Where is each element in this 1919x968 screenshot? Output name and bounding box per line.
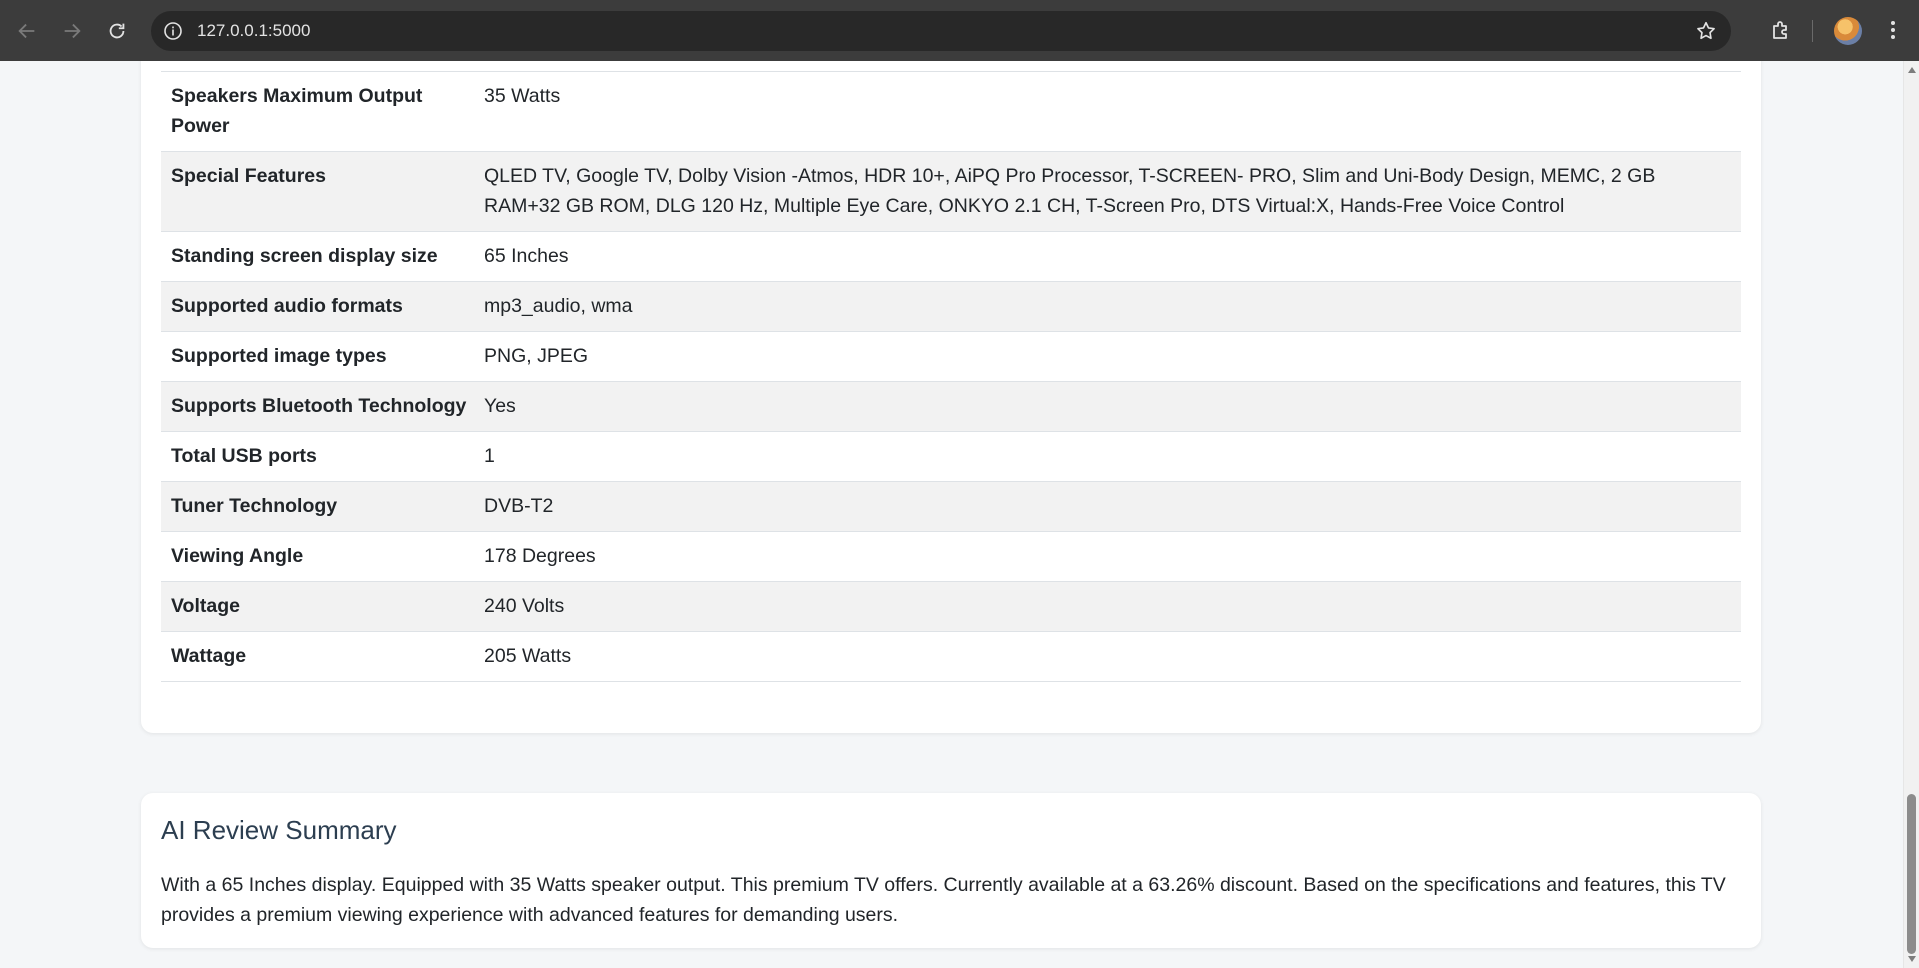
forward-icon	[64, 23, 81, 39]
spec-value: 205 Watts	[484, 631, 1741, 682]
spec-value: 240 Volts	[484, 581, 1741, 632]
spec-label: Viewing Angle	[161, 531, 484, 582]
address-bar[interactable]: 127.0.0.1:5000	[151, 11, 1731, 51]
bookmark-star-icon[interactable]	[1695, 20, 1717, 42]
spec-row: Supported audio formats mp3_audio, wma	[161, 281, 1741, 332]
spec-row: Voltage 240 Volts	[161, 581, 1741, 632]
spec-value: 65 Inches	[484, 231, 1741, 282]
spec-label: Supported image types	[161, 331, 484, 382]
spec-row: Total USB ports 1	[161, 431, 1741, 482]
review-text: With a 65 Inches display. Equipped with …	[161, 874, 1726, 926]
menu-icon[interactable]	[1881, 18, 1905, 42]
url-text[interactable]: 127.0.0.1:5000	[197, 21, 310, 41]
reload-icon	[109, 23, 125, 39]
spec-row: Standing screen display size 65 Inches	[161, 231, 1741, 282]
spec-value: PNG, JPEG	[484, 331, 1741, 382]
spec-row: Special Features QLED TV, Google TV, Dolb…	[161, 151, 1741, 232]
spec-row: Supports Bluetooth Technology Yes	[161, 381, 1741, 432]
spec-row: Speakers Maximum Output Power 35 Watts	[161, 71, 1741, 152]
spec-label: Total USB ports	[161, 431, 484, 482]
spec-label: Supported audio formats	[161, 281, 484, 332]
spec-row: Tuner Technology DVB-T2	[161, 481, 1741, 532]
scrollbar-thumb[interactable]	[1907, 794, 1916, 954]
toolbar-divider	[1812, 20, 1813, 42]
spec-value: Yes	[484, 381, 1741, 432]
specifications-table: Speakers Maximum Output Power 35 Watts Spe…	[161, 71, 1741, 682]
spec-value: 1	[484, 431, 1741, 482]
site-info-icon[interactable]	[163, 21, 183, 41]
spec-value: QLED TV, Google TV, Dolby Vision -Atmos,…	[484, 151, 1741, 232]
spec-label: Standing screen display size	[161, 231, 484, 282]
spec-label: Special Features	[161, 151, 484, 232]
scroll-down-arrow-icon[interactable]	[1908, 956, 1916, 962]
spec-value: 35 Watts	[484, 71, 1741, 152]
spec-label: Voltage	[161, 581, 484, 632]
spec-value: DVB-T2	[484, 481, 1741, 532]
back-button[interactable]	[10, 14, 44, 48]
forward-button[interactable]	[55, 14, 89, 48]
profile-avatar[interactable]	[1834, 17, 1862, 45]
spec-value: 178 Degrees	[484, 531, 1741, 582]
spec-label: Tuner Technology	[161, 481, 484, 532]
browser-toolbar: 127.0.0.1:5000	[0, 0, 1919, 61]
reload-button[interactable]	[100, 14, 134, 48]
spec-label: Supports Bluetooth Technology	[161, 381, 484, 432]
page-scrollbar[interactable]	[1903, 61, 1919, 968]
specifications-card: Speakers Maximum Output Power 35 Watts Spe…	[141, 61, 1761, 733]
spec-label: Speakers Maximum Output Power	[161, 71, 484, 152]
spec-label: Wattage	[161, 631, 484, 682]
ai-review-card: AI Review Summary With a 65 Inches displ…	[141, 793, 1761, 948]
scroll-up-arrow-icon[interactable]	[1908, 67, 1916, 73]
spec-value: mp3_audio, wma	[484, 281, 1741, 332]
spec-row: Viewing Angle 178 Degrees	[161, 531, 1741, 582]
spec-row: Wattage 205 Watts	[161, 631, 1741, 682]
back-icon	[18, 23, 35, 39]
page-viewport: Speakers Maximum Output Power 35 Watts Spe…	[0, 61, 1903, 968]
spec-row: Supported image types PNG, JPEG	[161, 331, 1741, 382]
extensions-icon[interactable]	[1769, 18, 1793, 42]
review-title: AI Review Summary	[161, 815, 397, 845]
